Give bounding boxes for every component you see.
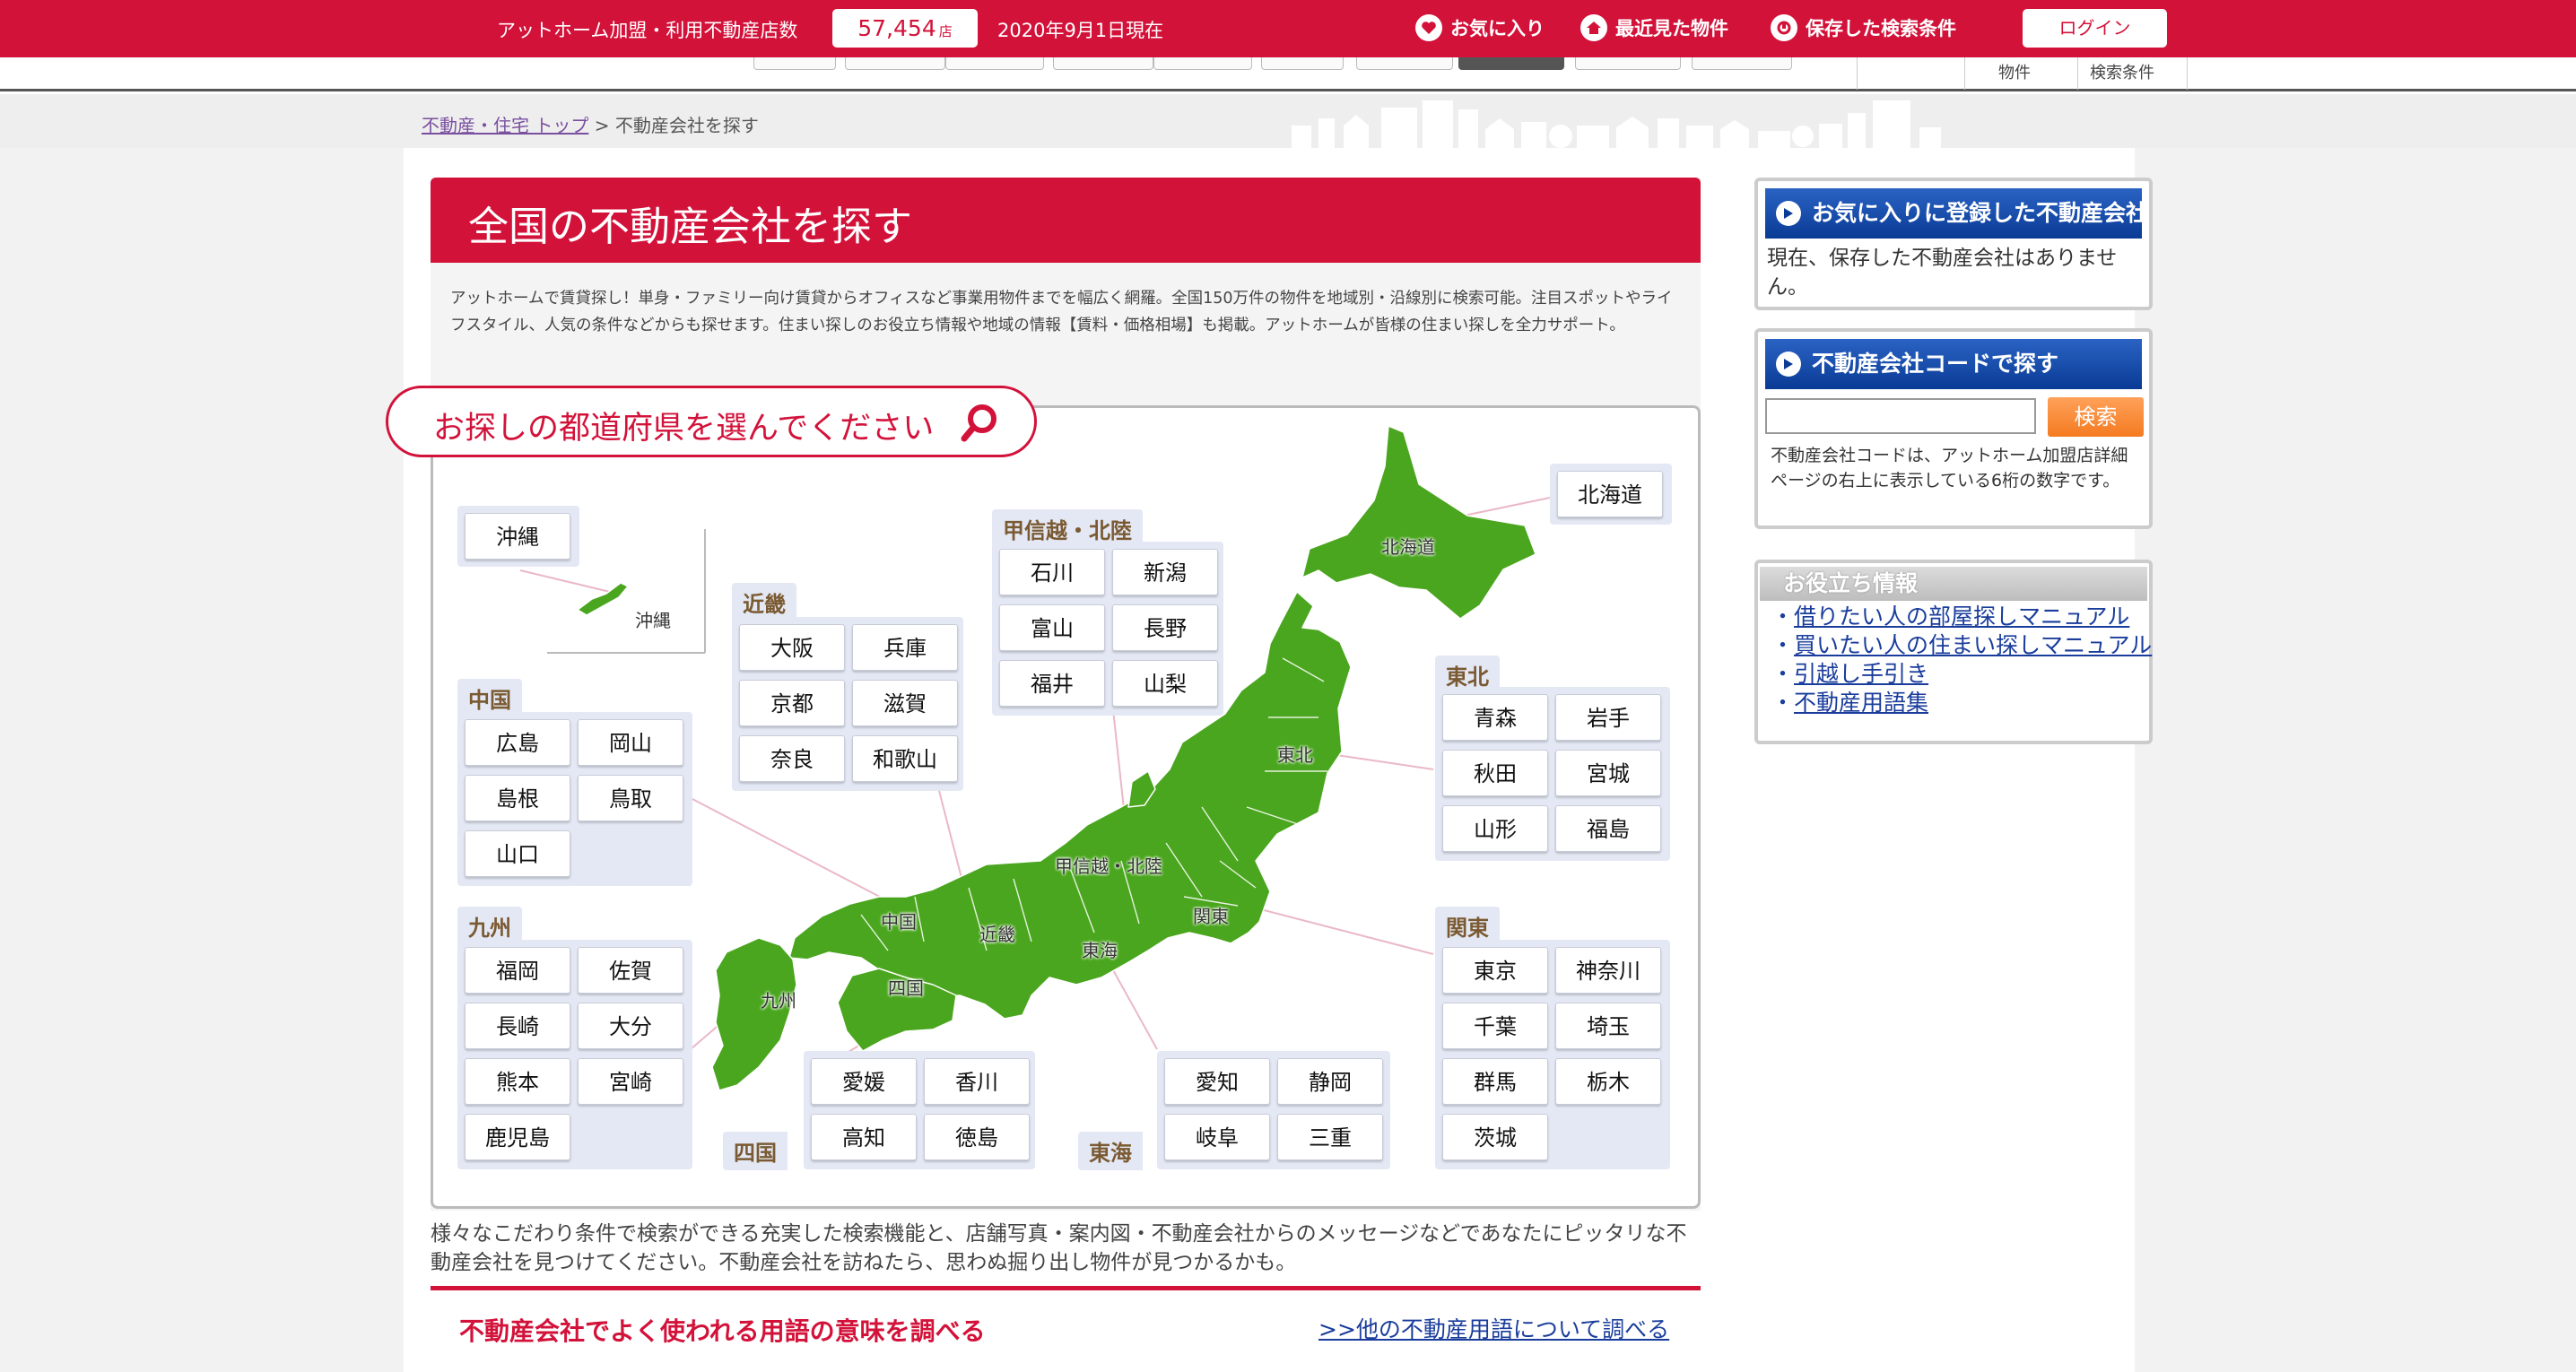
pref-osaka-button[interactable]: 大阪 [739, 624, 845, 671]
map-label-kinki[interactable]: 近畿 [979, 920, 1015, 946]
company-code-search-button[interactable]: 検索 [2048, 397, 2144, 437]
map-label-koshinetsu[interactable]: 甲信越・北陸 [1055, 852, 1162, 878]
region-kyushu: 福岡 佐賀 長崎 大分 熊本 宮崎 鹿児島 [457, 940, 692, 1169]
company-code-widget-title: 不動産会社コードで探す [1812, 351, 2059, 377]
pref-yamanashi-button[interactable]: 山梨 [1112, 660, 1218, 707]
arrow-circle-icon [1776, 201, 1801, 226]
pref-miyazaki-button[interactable]: 宮崎 [578, 1058, 683, 1105]
map-label-hokkaido[interactable]: 北海道 [1381, 533, 1435, 559]
region-koshinetsu: 石川 新潟 富山 長野 福井 山梨 [992, 542, 1223, 716]
pref-tottori-button[interactable]: 鳥取 [578, 775, 683, 821]
arrow-circle-icon [1776, 352, 1801, 377]
map-label-tokai[interactable]: 東海 [1082, 936, 1118, 962]
map-label-shikoku[interactable]: 四国 [888, 974, 924, 1000]
pref-kyoto-button[interactable]: 京都 [739, 680, 845, 726]
map-label-chugoku[interactable]: 中国 [881, 907, 917, 933]
prefecture-prompt-text: お探しの都道府県を選んでください [433, 411, 935, 447]
list-item: 不動産用語集 [1771, 689, 2152, 717]
pref-kumamoto-button[interactable]: 熊本 [465, 1058, 570, 1105]
pref-iwate-button[interactable]: 岩手 [1555, 694, 1661, 741]
guide-link-moving-guide[interactable]: 引越し手引き [1794, 661, 1928, 687]
pref-gifu-button[interactable]: 岐阜 [1164, 1114, 1270, 1160]
region-tokai: 愛知 静岡 岐阜 三重 [1157, 1051, 1390, 1169]
company-code-widget-header: 不動産会社コードで探す [1765, 339, 2142, 389]
pref-shizuoka-button[interactable]: 静岡 [1277, 1058, 1383, 1105]
guide-widget-title: お役立ち情報 [1783, 570, 1919, 596]
favorites-widget-title: お気に入りに登録した不動産会社 [1812, 200, 2149, 226]
region-chugoku: 広島 岡山 島根 鳥取 山口 [457, 712, 692, 886]
pref-yamaguchi-button[interactable]: 山口 [465, 830, 570, 877]
pref-fukui-button[interactable]: 福井 [999, 660, 1105, 707]
favorites-widget: お気に入りに登録した不動産会社 現在、保存した不動産会社はありません。 [1754, 178, 2153, 310]
region-label-shikoku: 四国 [723, 1132, 788, 1170]
company-code-note: 不動産会社コードは、アットホーム加盟店詳細ページの右上に表示している6桁の数字で… [1771, 446, 2128, 491]
pref-toyama-button[interactable]: 富山 [999, 604, 1105, 651]
pref-oita-button[interactable]: 大分 [578, 1003, 683, 1049]
pref-tochigi-button[interactable]: 栃木 [1555, 1058, 1661, 1105]
list-item: 借りたい人の部屋探しマニュアル [1771, 603, 2152, 631]
list-item: 買いたい人の住まい探しマニュアル [1771, 631, 2152, 660]
pref-okinawa-button[interactable]: 沖縄 [465, 513, 570, 560]
region-shikoku: 愛媛 香川 高知 徳島 [804, 1051, 1035, 1169]
guide-link-buy-manual[interactable]: 買いたい人の住まい探しマニュアル [1794, 632, 2152, 658]
map-label-tohoku[interactable]: 東北 [1277, 741, 1313, 767]
region-kanto: 東京 神奈川 千葉 埼玉 群馬 栃木 茨城 [1435, 940, 1670, 1169]
map-label-kyushu[interactable]: 九州 [761, 986, 796, 1012]
pref-mie-button[interactable]: 三重 [1277, 1114, 1383, 1160]
pref-yamagata-button[interactable]: 山形 [1442, 805, 1548, 852]
pref-miyagi-button[interactable]: 宮城 [1555, 750, 1661, 796]
region-okinawa: 沖縄 [457, 506, 579, 567]
terms-heading: 不動産会社でよく使われる用語の意味を調べる [459, 1316, 986, 1346]
pref-nagano-button[interactable]: 長野 [1112, 604, 1218, 651]
pref-wakayama-button[interactable]: 和歌山 [852, 735, 958, 782]
guide-link-list: 借りたい人の部屋探しマニュアル 買いたい人の住まい探しマニュアル 引越し手引き … [1771, 603, 2152, 717]
pref-niigata-button[interactable]: 新潟 [1112, 549, 1218, 595]
list-item: 引越し手引き [1771, 660, 2152, 689]
pref-fukuoka-button[interactable]: 福岡 [465, 947, 570, 994]
guide-link-rent-manual[interactable]: 借りたい人の部屋探しマニュアル [1794, 604, 2129, 630]
pref-saitama-button[interactable]: 埼玉 [1555, 1003, 1661, 1049]
pref-hiroshima-button[interactable]: 広島 [465, 719, 570, 766]
pref-kagawa-button[interactable]: 香川 [924, 1058, 1030, 1105]
pref-gunma-button[interactable]: 群馬 [1442, 1058, 1548, 1105]
pref-kochi-button[interactable]: 高知 [811, 1114, 917, 1160]
favorites-widget-header: お気に入りに登録した不動産会社 [1765, 188, 2148, 239]
pref-ishikawa-button[interactable]: 石川 [999, 549, 1105, 595]
region-label-tokai: 東海 [1078, 1132, 1143, 1170]
pref-okayama-button[interactable]: 岡山 [578, 719, 683, 766]
more-terms-link[interactable]: >>他の不動産用語について調べる [1318, 1312, 1669, 1344]
favorites-empty-message: 現在、保存した不動産会社はありません。 [1767, 247, 2118, 299]
pref-hyogo-button[interactable]: 兵庫 [852, 624, 958, 671]
pref-tokyo-button[interactable]: 東京 [1442, 947, 1548, 994]
pref-fukushima-button[interactable]: 福島 [1555, 805, 1661, 852]
guide-widget-header: お役立ち情報 [1760, 567, 2147, 601]
pref-ehime-button[interactable]: 愛媛 [811, 1058, 917, 1105]
pref-nara-button[interactable]: 奈良 [739, 735, 845, 782]
guide-link-glossary[interactable]: 不動産用語集 [1794, 690, 1928, 716]
pref-shiga-button[interactable]: 滋賀 [852, 680, 958, 726]
pref-hokkaido-button[interactable]: 北海道 [1557, 471, 1663, 517]
pref-chiba-button[interactable]: 千葉 [1442, 1003, 1548, 1049]
pref-aichi-button[interactable]: 愛知 [1164, 1058, 1270, 1105]
bottom-description: 様々なこだわり条件で検索ができる充実した検索機能と、店舗写真・案内図・不動産会社… [431, 1222, 1687, 1274]
pref-ibaraki-button[interactable]: 茨城 [1442, 1114, 1548, 1160]
pref-kagoshima-button[interactable]: 鹿児島 [465, 1114, 570, 1160]
prefecture-prompt: お探しの都道府県を選んでください [386, 386, 1037, 457]
terms-section: 不動産会社でよく使われる用語の意味を調べる >>他の不動産用語について調べる [431, 1286, 1701, 1372]
pref-nagasaki-button[interactable]: 長崎 [465, 1003, 570, 1049]
pref-tokushima-button[interactable]: 徳島 [924, 1114, 1030, 1160]
pref-saga-button[interactable]: 佐賀 [578, 947, 683, 994]
map-label-okinawa[interactable]: 沖縄 [635, 606, 671, 632]
map-label-kanto[interactable]: 関東 [1193, 902, 1229, 928]
pref-aomori-button[interactable]: 青森 [1442, 694, 1548, 741]
region-hokkaido: 北海道 [1550, 464, 1672, 525]
pref-shimane-button[interactable]: 島根 [465, 775, 570, 821]
region-kinki: 大阪 兵庫 京都 滋賀 奈良 和歌山 [732, 617, 963, 791]
pref-akita-button[interactable]: 秋田 [1442, 750, 1548, 796]
company-code-input[interactable] [1765, 398, 2036, 434]
region-label-kinki: 近畿 [732, 583, 796, 621]
region-tohoku: 青森 岩手 秋田 宮城 山形 福島 [1435, 687, 1670, 861]
pref-kanagawa-button[interactable]: 神奈川 [1555, 947, 1661, 994]
search-icon [961, 404, 996, 442]
